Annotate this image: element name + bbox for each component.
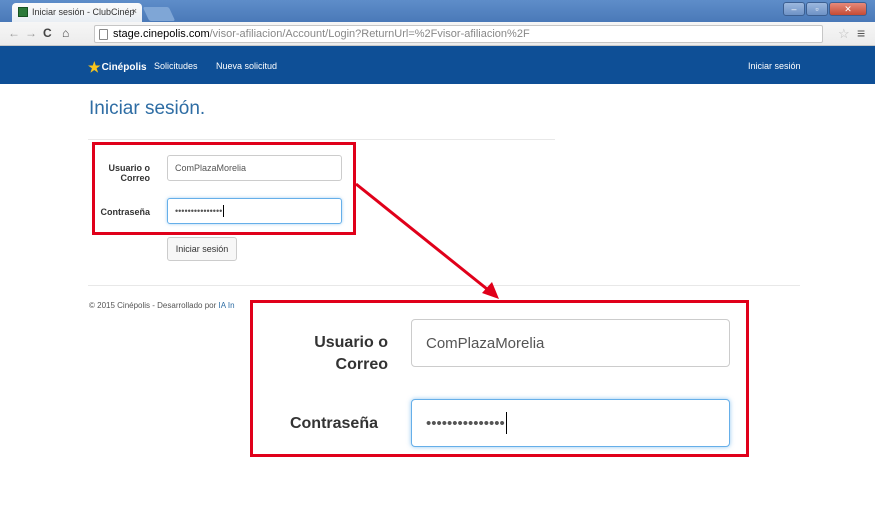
zoom-password-input: ••••••••••••••• [411, 399, 730, 447]
zoom-password-value: ••••••••••••••• [426, 414, 505, 432]
zoom-text-cursor [505, 412, 507, 434]
zoom-callout: Usuario o Correo ComPlazaMorelia Contras… [250, 300, 749, 457]
zoom-user-label: Usuario o Correo [314, 334, 388, 373]
zoom-password-label: Contraseña [289, 415, 378, 432]
zoom-user-input: ComPlazaMorelia [411, 319, 730, 367]
zoom-user-value: ComPlazaMorelia [426, 334, 545, 352]
